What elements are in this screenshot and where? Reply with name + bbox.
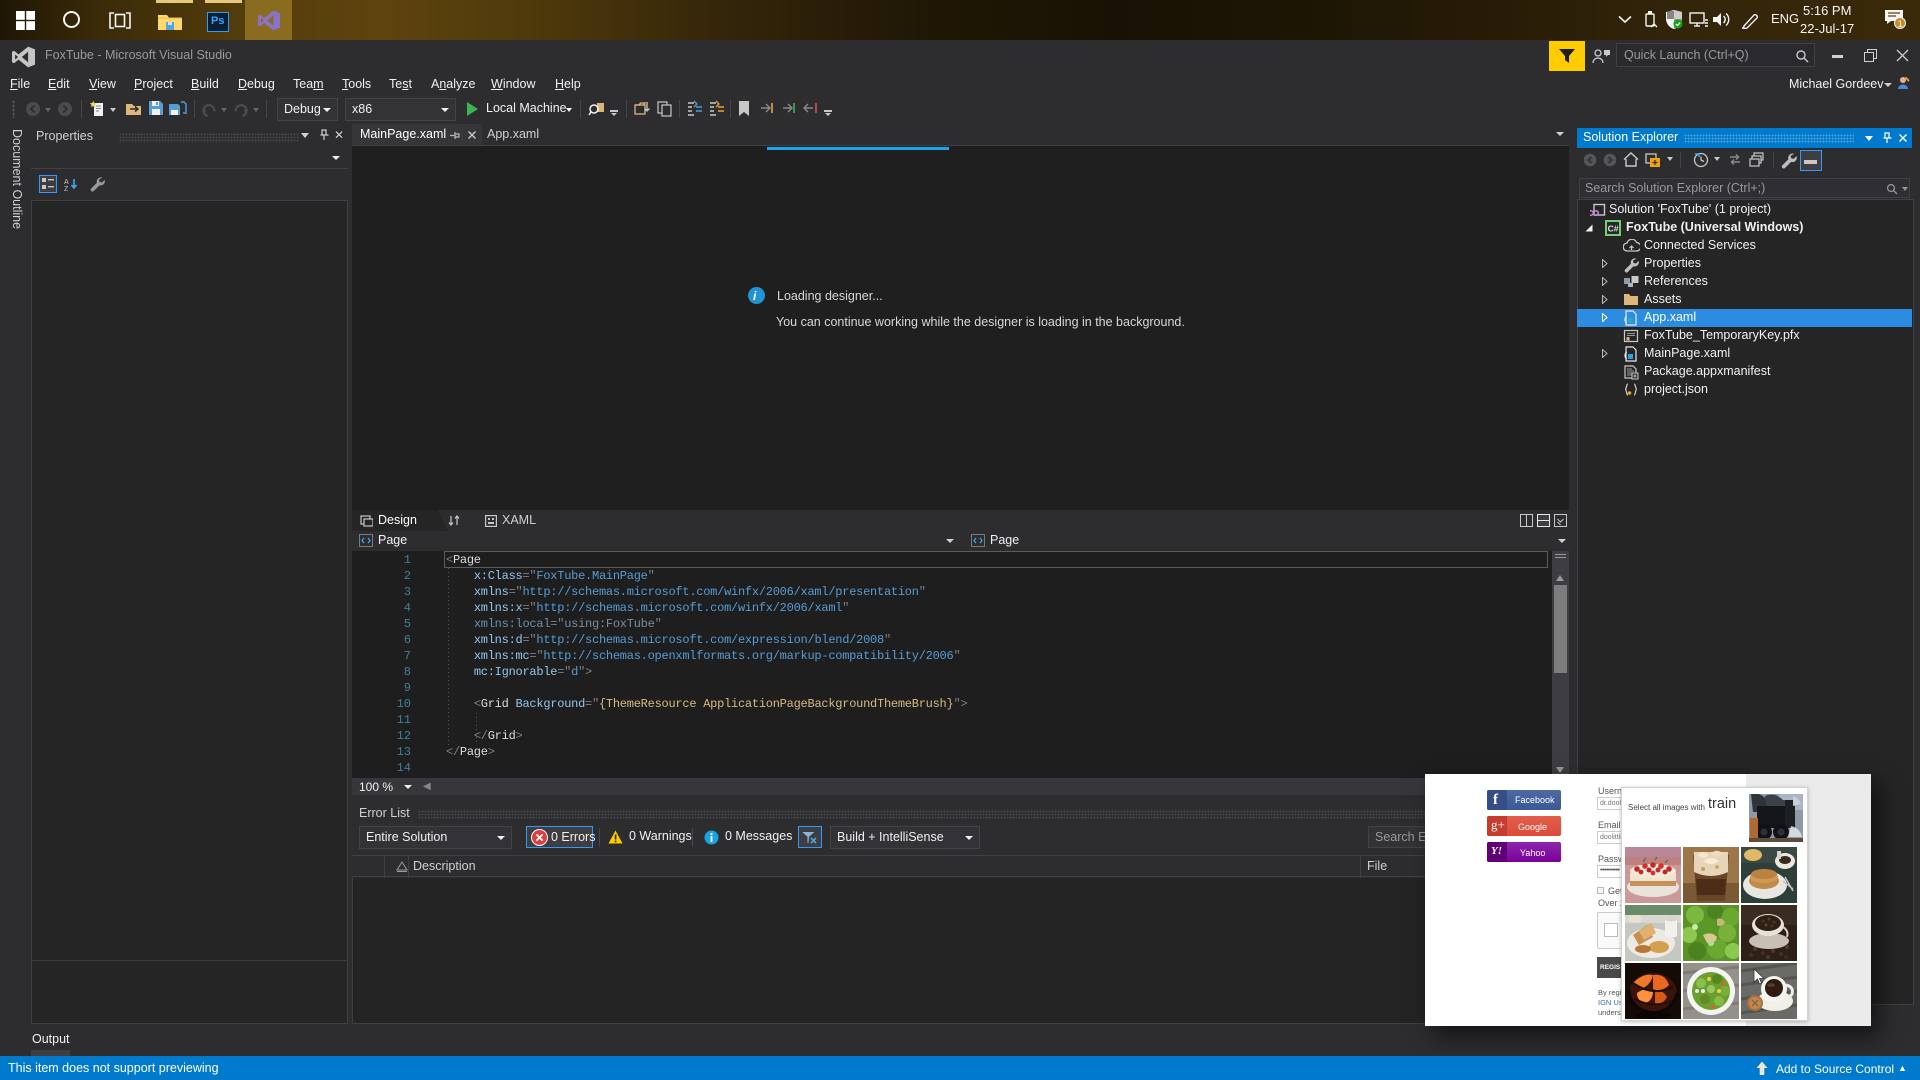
svg-text:1: 1 [1898,19,1903,29]
svg-text:A: A [64,179,69,186]
svg-text:C#: C# [1608,224,1619,234]
svg-text:Z: Z [64,186,69,191]
svg-text:∞: ∞ [1590,203,1600,218]
